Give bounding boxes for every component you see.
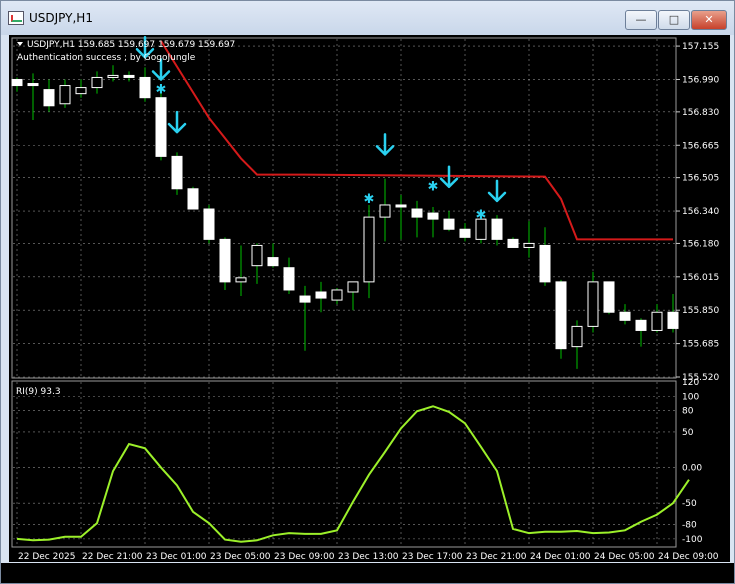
down-arrow-icon (375, 133, 395, 156)
indicator-line (16, 405, 690, 543)
star-icon: ✱ (428, 180, 439, 195)
bear-candle-body (139, 76, 151, 99)
price-tick-label: 156.340 (682, 207, 719, 217)
indicator-layer (16, 405, 690, 543)
price-tick-label: 156.830 (682, 108, 719, 118)
indicator-tick-label: -50 (682, 499, 697, 509)
time-tick-label: 23 Dec 01:00 (146, 552, 207, 562)
bear-candle-body (27, 83, 39, 87)
status-bar (1, 563, 734, 583)
time-tick-label: 23 Dec 13:00 (338, 552, 399, 562)
bear-candle-body (491, 218, 503, 240)
close-button[interactable]: ✕ (691, 10, 727, 30)
time-tick-label: 24 Dec 09:00 (658, 552, 719, 562)
star-icon: ✱ (156, 83, 167, 98)
price-tick-label: 156.015 (682, 273, 719, 283)
bull-candle-body (59, 85, 71, 105)
minimize-button[interactable]: — (625, 10, 657, 30)
price-tick-label: 156.665 (682, 141, 719, 151)
bear-candle-body (555, 281, 567, 350)
indicator-panel-frame (11, 380, 677, 548)
indicator-tick-label: -80 (682, 521, 697, 531)
price-tick-label: 156.990 (682, 75, 719, 85)
price-tick-label: 156.505 (682, 174, 719, 184)
bear-candle-body (123, 74, 135, 78)
bear-candle-body (203, 208, 215, 240)
time-tick-label: 22 Dec 21:00 (82, 552, 143, 562)
time-tick-label: 22 Dec 2025 (18, 552, 76, 562)
bear-candle-body (459, 228, 471, 238)
candles-layer (11, 65, 679, 369)
window-title-bar[interactable]: USDJPY,H1 — □ ✕ (1, 1, 734, 35)
grid-lines (13, 39, 675, 546)
chart-area[interactable]: ✱ ✱ ✱ ✱ 157.155 156.990 156.830 156.665 156.505… (9, 35, 730, 562)
price-tick-label: 156.180 (682, 239, 719, 249)
chart-menu-triangle-icon[interactable] (17, 42, 23, 46)
bear-candle-body (187, 188, 199, 210)
indicator-tick-label: 50 (682, 428, 694, 438)
bear-candle-body (443, 218, 455, 230)
bear-candle-body (315, 291, 327, 299)
bear-candle-body (667, 311, 679, 329)
down-arrow-icon (487, 179, 507, 203)
time-tick-label: 24 Dec 01:00 (530, 552, 591, 562)
price-tick-label: 157.155 (682, 42, 719, 52)
star-icon: ✱ (364, 192, 375, 207)
bull-candle-body (91, 76, 103, 89)
indicator-tick-label: 0.00 (682, 464, 702, 474)
bear-candle-body (283, 267, 295, 291)
bear-candle-body (507, 238, 519, 248)
bull-candle-body (107, 74, 119, 78)
chart-info-line: USDJPY,H1 159.685 159.697 159.679 159.69… (27, 40, 235, 50)
bull-candle-body (571, 325, 583, 348)
price-tick-label: 155.850 (682, 306, 719, 316)
indicator-tick-label: 80 (682, 407, 694, 417)
bear-candle-body (171, 155, 183, 190)
bear-candle-body (395, 204, 407, 208)
bear-candle-body (267, 257, 279, 267)
bear-candle-body (539, 244, 551, 283)
bull-candle-body (251, 244, 263, 267)
indicator-label: RI(9) 93.3 (16, 387, 61, 397)
bear-candle-body (43, 89, 55, 107)
time-tick-label: 23 Dec 05:00 (210, 552, 271, 562)
maximize-button[interactable]: □ (658, 10, 690, 30)
bull-candle-body (331, 289, 343, 301)
indicator-tick-label: -100 (682, 535, 703, 545)
indicator-tick-label: 100 (682, 392, 699, 402)
star-icon: ✱ (476, 208, 487, 223)
chart-annotation: Authentication success ; by GogoJungle (17, 53, 196, 63)
down-arrow-icon (167, 110, 187, 134)
chart-window[interactable]: USDJPY,H1 — □ ✕ ✱ ✱ ✱ ✱ 157.155 156.990 156.8… (0, 0, 735, 584)
bear-candle-body (155, 97, 167, 157)
chart-canvas[interactable]: ✱ ✱ ✱ ✱ 157.155 156.990 156.830 156.665 156.505… (9, 35, 730, 562)
bull-candle-body (347, 281, 359, 293)
chart-app-icon (8, 11, 24, 25)
bull-candle-body (651, 311, 663, 331)
indicator-tick-label: 120 (682, 378, 699, 388)
bull-candle-body (379, 204, 391, 218)
time-tick-label: 23 Dec 09:00 (274, 552, 335, 562)
price-tick-label: 155.685 (682, 340, 719, 350)
bull-candle-body (235, 277, 247, 283)
bull-candle-body (363, 216, 375, 283)
time-tick-label: 23 Dec 17:00 (402, 552, 463, 562)
bear-candle-body (219, 238, 231, 283)
bear-candle-body (603, 281, 615, 313)
bear-candle-body (635, 319, 647, 331)
time-tick-label: 23 Dec 21:00 (466, 552, 527, 562)
bull-candle-body (587, 281, 599, 327)
bear-candle-body (299, 295, 311, 303)
bear-candle-body (411, 208, 423, 218)
time-tick-label: 24 Dec 05:00 (594, 552, 655, 562)
bull-candle-body (75, 87, 87, 95)
bear-candle-body (11, 78, 23, 87)
bull-candle-body (523, 242, 535, 248)
window-title: USDJPY,H1 (29, 11, 93, 25)
bear-candle-body (619, 311, 631, 321)
bear-candle-body (427, 212, 439, 220)
